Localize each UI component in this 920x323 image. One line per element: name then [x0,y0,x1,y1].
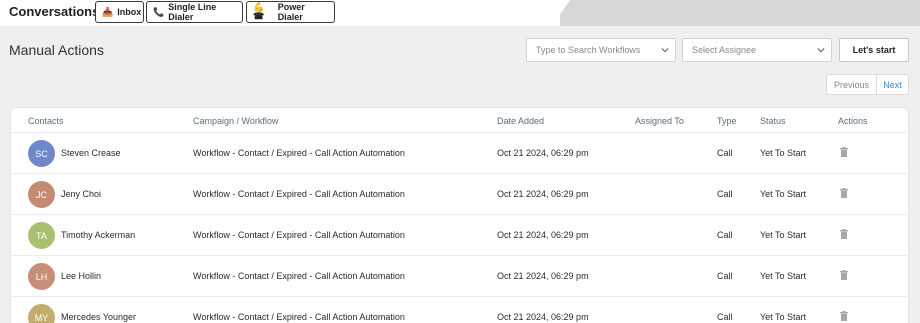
table-row[interactable]: JC Jeny Choi Workflow - Contact / Expire… [11,173,910,214]
column-header-contacts: Contacts [28,116,64,126]
table-row[interactable]: SC Steven Crease Workflow - Contact / Ex… [11,132,910,173]
contact-name[interactable]: Lee Hollin [61,271,101,281]
tab-inbox[interactable]: 📥 Inbox [95,1,144,23]
trash-icon[interactable] [840,147,848,157]
avatar: SC [28,140,55,167]
avatar: TA [28,222,55,249]
column-header-type: Type [717,116,737,126]
table-row[interactable]: TA Timothy Ackerman Workflow - Contact /… [11,214,910,255]
action-type: Call [717,312,733,322]
top-bar: Conversations 📥 Inbox 📞 Single Line Dial… [0,0,920,26]
status: Yet To Start [760,230,807,240]
date-added: Oct 21 2024, 06:29 pm [497,230,589,240]
avatar: MY [28,304,55,323]
date-added: Oct 21 2024, 06:29 pm [497,189,589,199]
contact-name[interactable]: Mercedes Younger [61,312,136,322]
workflow-name: Workflow - Contact / Expired - Call Acti… [193,230,405,240]
next-button[interactable]: Next [877,75,908,94]
action-type: Call [717,230,733,240]
previous-button[interactable]: Previous [827,75,877,94]
workflow-name: Workflow - Contact / Expired - Call Acti… [193,312,405,322]
chevron-down-icon [817,47,825,53]
date-added: Oct 21 2024, 06:29 pm [497,148,589,158]
tab-power-dialer[interactable]: 💪☎ Power Dialer [246,1,335,23]
contact-name[interactable]: Jeny Choi [61,189,101,199]
trash-icon[interactable] [840,311,848,321]
action-type: Call [717,271,733,281]
column-header-actions: Actions [838,116,868,126]
status: Yet To Start [760,312,807,322]
trash-icon[interactable] [840,270,848,280]
table-row[interactable]: MY Mercedes Younger Workflow - Contact /… [11,296,910,323]
trash-icon[interactable] [840,188,848,198]
tab-single-line-dialer[interactable]: 📞 Single Line Dialer [146,1,243,23]
tab-power-dialer-label: Power Dialer [277,2,305,22]
chevron-down-icon [661,47,669,53]
contact-name[interactable]: Timothy Ackerman [61,230,135,240]
workflow-search-select[interactable]: Type to Search Workflows [526,38,676,62]
assignee-select[interactable]: Select Assignee [682,38,832,62]
tab-single-line-dialer-label: Single Line Dialer [168,2,217,22]
avatar: JC [28,181,55,208]
inbox-icon: 📥 [102,6,114,17]
date-added: Oct 21 2024, 06:29 pm [497,271,589,281]
phone-icon: 📞 [153,6,165,17]
column-header-assigned-to: Assigned To [635,116,684,126]
column-header-date-added: Date Added [497,116,545,126]
page-title: Manual Actions [9,42,104,58]
avatar: LH [28,263,55,290]
column-header-status: Status [760,116,786,126]
status: Yet To Start [760,271,807,281]
top-bar-slant [552,0,570,26]
pagination: Previous Next [826,74,909,95]
table-row[interactable]: LH Lee Hollin Workflow - Contact / Expir… [11,255,910,296]
contact-name[interactable]: Steven Crease [61,148,121,158]
workflow-search-placeholder: Type to Search Workflows [536,45,641,55]
app-title: Conversations [9,4,100,19]
trash-icon[interactable] [840,229,848,239]
assignee-placeholder: Select Assignee [692,45,757,55]
tab-inbox-label: Inbox [117,7,142,17]
status: Yet To Start [760,189,807,199]
action-type: Call [717,189,733,199]
column-header-workflow: Campaign / Workflow [193,116,279,126]
lets-start-button[interactable]: Let's start [839,38,909,62]
workflow-name: Workflow - Contact / Expired - Call Acti… [193,148,405,158]
workflow-name: Workflow - Contact / Expired - Call Acti… [193,189,405,199]
workflow-name: Workflow - Contact / Expired - Call Acti… [193,271,405,281]
status: Yet To Start [760,148,807,158]
action-type: Call [717,148,733,158]
power-dialer-icon: 💪☎ [253,2,265,21]
date-added: Oct 21 2024, 06:29 pm [497,312,589,322]
manual-actions-table: Contacts Campaign / Workflow Date Added … [10,107,910,323]
